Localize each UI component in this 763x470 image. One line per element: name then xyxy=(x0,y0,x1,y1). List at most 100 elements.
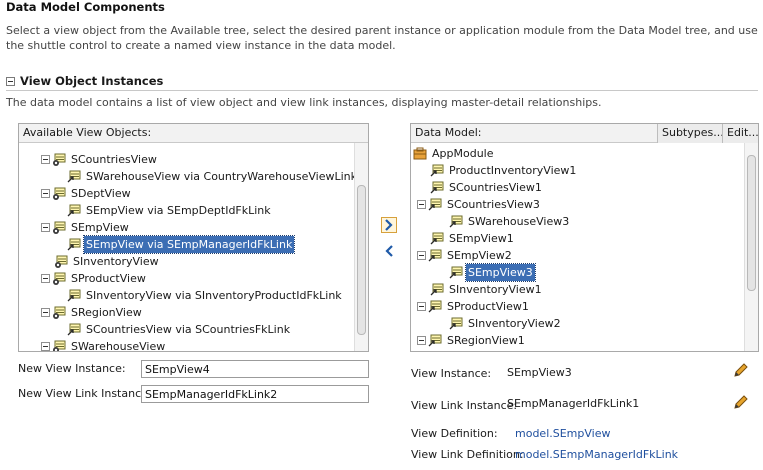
tree-row[interactable]: SWarehouseView xyxy=(41,338,167,351)
collapse-node-icon[interactable] xyxy=(41,308,50,317)
tree-row-label: AppModule xyxy=(432,147,494,160)
available-view-objects-panel: Available View Objects: SCountriesView S… xyxy=(18,123,369,352)
application-module-icon xyxy=(413,147,427,160)
data-model-tree[interactable]: AppModule ProductInventoryView1 SCountri… xyxy=(411,143,744,351)
tree-row[interactable]: SProductView1 xyxy=(417,298,531,315)
view-object-icon xyxy=(52,272,66,285)
view-instance-icon xyxy=(430,164,444,177)
section-header[interactable]: View Object Instances xyxy=(6,74,163,88)
tree-row-label: ProductInventoryView1 xyxy=(449,164,577,177)
collapse-node-icon[interactable] xyxy=(41,155,50,164)
data-model-scrollbar[interactable] xyxy=(744,143,758,351)
view-definition-link[interactable]: model.SEmpView xyxy=(515,427,610,440)
tree-row-selected[interactable]: SEmpView3 xyxy=(449,263,536,282)
tree-row-label: SInventoryView via SInventoryProductIdFk… xyxy=(86,289,342,302)
scrollbar-thumb[interactable] xyxy=(747,155,756,291)
view-link-instance-value: SEmpManagerIdFkLink1 xyxy=(507,397,640,410)
tree-row-label: SCountriesView3 xyxy=(447,198,540,211)
tree-row[interactable]: SEmpView2 xyxy=(417,247,514,264)
tree-row-label: SEmpView xyxy=(71,221,129,234)
collapse-node-icon[interactable] xyxy=(41,223,50,232)
tree-row-label: SCountriesView xyxy=(71,153,157,166)
tree-row[interactable]: SEmpView xyxy=(41,219,131,236)
add-to-model-button[interactable] xyxy=(381,217,397,233)
tree-row-label: SWarehouseView xyxy=(71,340,166,351)
tree-row[interactable]: SWarehouseView3 xyxy=(449,213,571,230)
tree-row-label: SProductView1 xyxy=(447,300,529,313)
tree-row[interactable]: SEmpView via SEmpDeptIdFkLink xyxy=(67,202,273,219)
view-object-icon xyxy=(52,153,66,166)
tree-row-label: SEmpView3 xyxy=(465,263,536,282)
tree-row[interactable]: SInventoryView via SInventoryProductIdFk… xyxy=(67,287,344,304)
view-object-icon xyxy=(52,221,66,234)
subtypes-button[interactable]: Subtypes... xyxy=(657,124,724,143)
collapse-node-icon[interactable] xyxy=(417,251,426,260)
tree-row[interactable]: SRegionView1 xyxy=(417,332,527,349)
collapse-node-icon[interactable] xyxy=(41,274,50,283)
tree-row-label: SEmpView via SEmpManagerIdFkLink xyxy=(82,235,296,254)
tree-row-selected[interactable]: SEmpView via SEmpManagerIdFkLink xyxy=(67,235,296,254)
tree-row[interactable]: SCountriesView1 xyxy=(430,179,544,196)
tree-row[interactable]: SProductView xyxy=(41,270,148,287)
chevron-left-icon xyxy=(385,245,393,257)
view-definition-label: View Definition: xyxy=(411,427,498,440)
tree-row-label: SRegionView1 xyxy=(447,334,525,347)
view-object-icon xyxy=(54,255,68,268)
new-view-instance-input[interactable] xyxy=(141,360,369,378)
tree-row[interactable]: SCountriesView3 xyxy=(417,196,542,213)
new-view-link-instance-input[interactable] xyxy=(141,385,369,403)
tree-row-label: SEmpView via SEmpDeptIdFkLink xyxy=(86,204,271,217)
view-object-icon xyxy=(52,187,66,200)
tree-row[interactable]: AppModule xyxy=(413,145,496,162)
collapse-node-icon[interactable] xyxy=(417,336,426,345)
section-description: The data model contains a list of view o… xyxy=(6,96,602,109)
view-instance-icon xyxy=(449,215,463,228)
tree-row-label: SRegionView xyxy=(71,306,142,319)
tree-row-label: SCountriesView via SCountriesFkLink xyxy=(86,323,291,336)
view-instance-icon xyxy=(428,249,442,262)
page-title: Data Model Components xyxy=(6,0,165,14)
collapse-node-icon[interactable] xyxy=(41,189,50,198)
tree-row-label: SInventoryView2 xyxy=(468,317,561,330)
view-link-instance-label: View Link Instance: xyxy=(411,399,518,412)
pencil-icon[interactable] xyxy=(733,394,749,410)
view-link-definition-link[interactable]: model.SEmpManagerIdFkLink xyxy=(515,448,678,461)
remove-from-model-button[interactable] xyxy=(381,243,397,259)
view-instance-value: SEmpView3 xyxy=(507,366,572,379)
tree-row[interactable]: SDeptView xyxy=(41,185,133,202)
tree-row[interactable]: SWarehouseView via CountryWarehouseViewL… xyxy=(67,168,354,185)
tree-row[interactable]: SCountriesView via SCountriesFkLink xyxy=(67,321,292,338)
available-scrollbar[interactable] xyxy=(354,143,368,351)
data-model-panel: Data Model: Subtypes... Edit... AppModul… xyxy=(410,123,759,352)
tree-row-label: SInventoryView1 xyxy=(449,283,542,296)
tree-row[interactable]: SInventoryView xyxy=(54,253,161,270)
page-description: Select a view object from the Available … xyxy=(6,24,758,52)
tree-row[interactable]: SCountriesView xyxy=(41,151,159,168)
new-view-instance-label: New View Instance: xyxy=(18,362,126,375)
tree-row-label: SWarehouseView via CountryWarehouseViewL… xyxy=(86,170,354,183)
view-instance-label: View Instance: xyxy=(411,367,492,380)
pencil-icon[interactable] xyxy=(733,362,749,378)
view-instance-icon xyxy=(430,283,444,296)
view-link-icon xyxy=(67,204,81,217)
tree-row-label: SDeptView xyxy=(71,187,131,200)
view-instance-icon xyxy=(449,266,463,279)
collapse-node-icon[interactable] xyxy=(417,200,426,209)
new-view-link-instance-label: New View Link Instance: xyxy=(18,387,152,400)
available-tree[interactable]: SCountriesView SWarehouseView via Countr… xyxy=(19,143,354,351)
view-instance-icon xyxy=(430,181,444,194)
tree-row[interactable]: SInventoryView1 xyxy=(430,281,544,298)
collapse-node-icon[interactable] xyxy=(41,342,50,351)
tree-row-label: SProductView xyxy=(71,272,146,285)
view-link-icon xyxy=(67,238,81,251)
tree-row[interactable]: ProductInventoryView1 xyxy=(430,162,578,179)
tree-row[interactable]: SInventoryView2 xyxy=(449,315,563,332)
collapse-node-icon[interactable] xyxy=(417,302,426,311)
view-instance-icon xyxy=(428,334,442,347)
collapse-icon[interactable] xyxy=(6,76,15,86)
tree-row-label: SEmpView2 xyxy=(447,249,512,262)
tree-row[interactable]: SRegionView xyxy=(41,304,144,321)
scrollbar-thumb[interactable] xyxy=(357,185,366,335)
tree-row[interactable]: SEmpView1 xyxy=(430,230,516,247)
edit-button[interactable]: Edit... xyxy=(722,124,758,143)
